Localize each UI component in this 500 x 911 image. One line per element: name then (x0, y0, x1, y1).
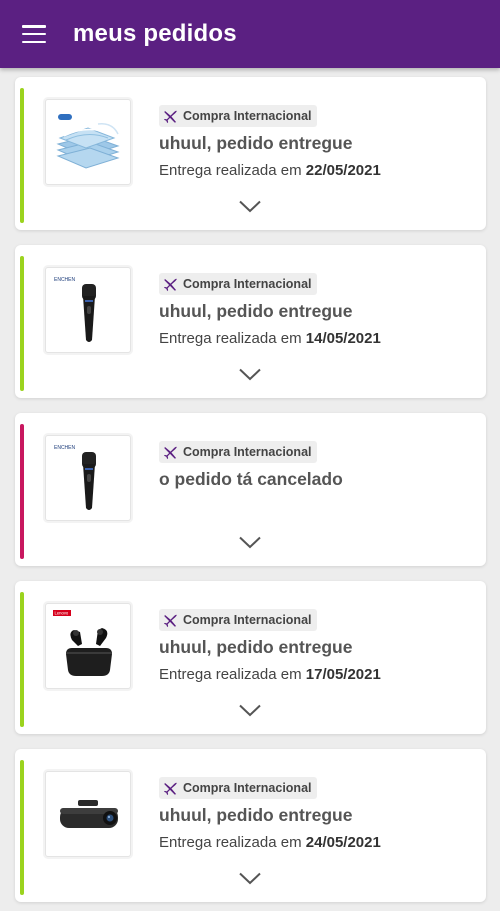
page-title: meus pedidos (73, 20, 237, 47)
order-status: uhuul, pedido entregue (159, 133, 353, 153)
international-purchase-badge: Compra Internacional (159, 105, 317, 127)
product-thumbnail[interactable]: ENCHEN (45, 267, 131, 353)
airplane-icon (163, 110, 177, 123)
product-thumbnail[interactable] (45, 99, 131, 185)
chevron-down-icon[interactable] (239, 704, 261, 717)
delivery-info: Entrega realizada em 14/05/2021 (159, 330, 381, 347)
international-purchase-badge: Compra Internacional (159, 441, 317, 463)
chevron-down-icon[interactable] (239, 200, 261, 213)
order-status: o pedido tá cancelado (159, 469, 343, 489)
face-masks-image (56, 114, 120, 169)
delivery-date: 24/05/2021 (305, 834, 381, 851)
product-thumbnail[interactable] (45, 771, 131, 857)
order-status: uhuul, pedido entregue (159, 805, 353, 825)
order-card[interactable]: Lenovo Compra Internacional uhuul, pedid… (15, 581, 486, 734)
status-indicator-bar (20, 592, 24, 727)
brand-logo-text: Lenovo (55, 611, 69, 616)
order-card[interactable]: ENCHEN Compra Internacional uhuul, pedid… (15, 245, 486, 398)
delivery-info: Entrega realizada em 24/05/2021 (159, 834, 381, 851)
wireless-earbuds-image: Lenovo (53, 610, 112, 676)
badge-label: Compra Internacional (183, 613, 312, 627)
brand-logo-text: ENCHEN (54, 445, 76, 451)
order-card[interactable]: Compra Internacional uhuul, pedido entre… (15, 749, 486, 902)
chevron-down-icon[interactable] (239, 536, 261, 549)
status-indicator-bar (20, 424, 24, 559)
international-purchase-badge: Compra Internacional (159, 609, 317, 631)
international-purchase-badge: Compra Internacional (159, 777, 317, 799)
badge-label: Compra Internacional (183, 109, 312, 123)
brand-logo-text: ENCHEN (54, 277, 76, 283)
order-card[interactable]: ENCHEN Compra Internacional o pedido tá … (15, 413, 486, 566)
status-indicator-bar (20, 760, 24, 895)
badge-label: Compra Internacional (183, 445, 312, 459)
product-thumbnail[interactable]: Lenovo (45, 603, 131, 689)
delivery-info: Entrega realizada em 22/05/2021 (159, 162, 381, 179)
hamburger-menu-icon[interactable] (22, 25, 46, 43)
delivery-prefix: Entrega realizada em (159, 834, 302, 851)
order-card[interactable]: Compra Internacional uhuul, pedido entre… (15, 77, 486, 230)
delivery-prefix: Entrega realizada em (159, 666, 302, 683)
delivery-info: Entrega realizada em 17/05/2021 (159, 666, 381, 683)
international-purchase-badge: Compra Internacional (159, 273, 317, 295)
electric-shaver-image: ENCHEN (54, 277, 96, 342)
airplane-icon (163, 614, 177, 627)
app-header: meus pedidos (0, 0, 500, 68)
delivery-date: 22/05/2021 (305, 162, 381, 179)
delivery-prefix: Entrega realizada em (159, 330, 302, 347)
dash-cam-image (60, 800, 118, 828)
airplane-icon (163, 278, 177, 291)
badge-label: Compra Internacional (183, 781, 312, 795)
order-status: uhuul, pedido entregue (159, 637, 353, 657)
badge-label: Compra Internacional (183, 277, 312, 291)
order-status: uhuul, pedido entregue (159, 301, 353, 321)
chevron-down-icon[interactable] (239, 368, 261, 381)
electric-shaver-image: ENCHEN (54, 445, 96, 510)
status-indicator-bar (20, 88, 24, 223)
product-thumbnail[interactable]: ENCHEN (45, 435, 131, 521)
delivery-date: 17/05/2021 (305, 666, 381, 683)
status-indicator-bar (20, 256, 24, 391)
delivery-date: 14/05/2021 (305, 330, 381, 347)
delivery-prefix: Entrega realizada em (159, 162, 302, 179)
airplane-icon (163, 782, 177, 795)
airplane-icon (163, 446, 177, 459)
chevron-down-icon[interactable] (239, 872, 261, 885)
